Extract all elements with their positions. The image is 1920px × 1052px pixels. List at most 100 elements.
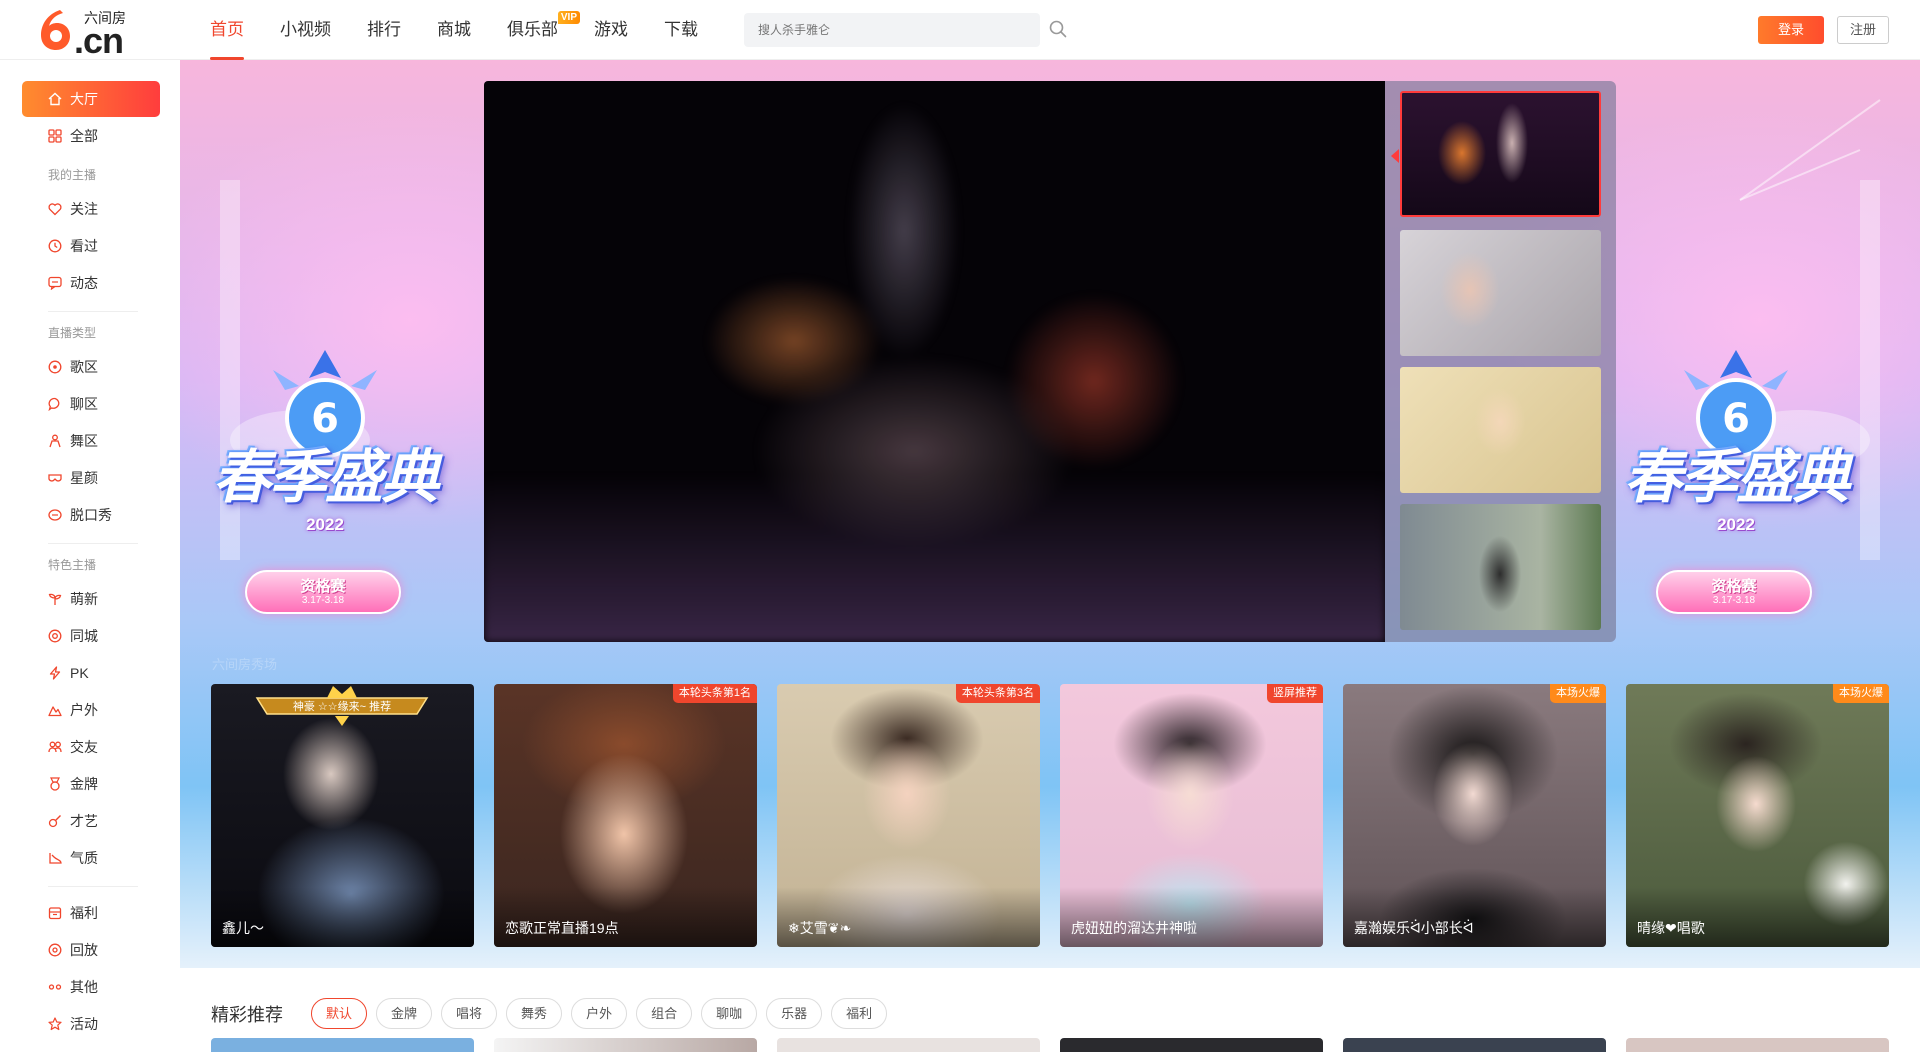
grid-icon [48,129,62,143]
room-card[interactable]: 本轮头条第1名 恋歌正常直播19点 [494,684,757,947]
sidebar-item-star[interactable]: 星颜 [22,460,160,496]
nav-short-video[interactable]: 小视频 [280,0,331,60]
filter-chip-singer[interactable]: 唱将 [441,998,498,1029]
room-card[interactable]: 本场火爆 嘉瀚娱乐ᐛ小部长ᐛ [1343,684,1606,947]
filter-chip-group[interactable]: 组合 [636,998,693,1029]
heels-icon [49,853,62,864]
star-icon [48,1017,62,1031]
sidebar-item-label: 金牌 [70,776,98,792]
sidebar-item-pk[interactable]: PK [22,655,160,691]
sidebar-item-outdoor[interactable]: 户外 [22,692,160,728]
nav-home[interactable]: 首页 [210,0,244,60]
section-title-feature: 特色主播 [48,558,97,572]
room-tag: 本场火爆 [1833,684,1889,703]
promo-left[interactable]: 6 春季盛典 2022 资格赛 3.17-3.18 [190,350,460,640]
sidebar-item-label: 户外 [70,702,98,718]
sidebar-item-welfare[interactable]: 福利 [22,895,160,931]
sidebar-item-dance[interactable]: 舞区 [22,423,160,459]
sidebar-item-friends[interactable]: 交友 [22,729,160,765]
sidebar-item-replay[interactable]: 回放 [22,932,160,968]
sidebar-divider [48,543,138,544]
room-card-peek[interactable] [1343,1038,1606,1052]
nav-mall[interactable]: 商城 [437,0,471,60]
sidebar-item-label: 福利 [70,905,98,921]
nav-label: 小视频 [280,20,331,39]
sidebar-item-events[interactable]: 活动 [22,1006,160,1042]
nav-ranking[interactable]: 排行 [367,0,401,60]
sidebar-item-label: 其他 [70,979,98,995]
site-logo[interactable]: 六间房 .cn [38,8,138,61]
sidebar-item-label: 动态 [70,275,98,291]
room-tag: 本场火爆 [1550,684,1606,703]
promo-pill-text: 资格赛 [300,578,346,595]
filter-chip-dance[interactable]: 舞秀 [506,998,563,1029]
live-thumbnail[interactable] [1400,91,1601,217]
register-button[interactable]: 注册 [1837,16,1889,44]
vip-badge: VIP [557,11,580,24]
sidebar-item-chat[interactable]: 聊区 [22,386,160,422]
promo-year: 2022 [1717,515,1755,534]
room-card-peek[interactable] [1626,1038,1889,1052]
room-card[interactable]: 神豪 ☆☆缘来~ 推荐 鑫儿～ [211,684,474,947]
sidebar-divider [48,886,138,887]
room-card[interactable]: 本场火爆 晴缘❤唱歌 [1626,684,1889,947]
sidebar-item-feed[interactable]: 动态 [22,265,160,301]
sidebar-item-label: 同城 [70,628,98,644]
room-card-peek[interactable] [777,1038,1040,1052]
live-thumbnail[interactable] [1400,230,1601,356]
search-icon[interactable] [1048,19,1068,39]
filter-chip-welfare[interactable]: 福利 [831,998,888,1029]
sidebar-item-history[interactable]: 看过 [22,228,160,264]
sidebar-item-local[interactable]: 同城 [22,618,160,654]
sidebar-item-talent[interactable]: 才艺 [22,803,160,839]
nav-label: 游戏 [594,20,628,39]
nav-club[interactable]: 俱乐部 VIP [507,0,580,60]
sidebar-item-follow[interactable]: 关注 [22,191,160,227]
filter-chip-outdoor[interactable]: 户外 [571,998,628,1029]
sidebar-item-label: 关注 [70,201,98,217]
card-shade [777,887,1040,947]
promo-right[interactable]: 6 春季盛典 2022 资格赛 3.17-3.18 [1601,350,1871,640]
home-icon [48,92,62,106]
live-thumbnail[interactable] [1400,504,1601,630]
sidebar-divider [48,311,138,312]
sprout-icon [48,593,62,605]
sidebar-item-song[interactable]: 歌区 [22,349,160,385]
mountain-icon [48,706,62,717]
sidebar-item-gold[interactable]: 金牌 [22,766,160,802]
sidebar-item-talkshow[interactable]: 脱口秀 [22,497,160,533]
room-card-peek[interactable] [494,1038,757,1052]
nav-label: 首页 [210,20,244,39]
card-shade [1060,887,1323,947]
more-icon [48,984,62,990]
sidebar-item-newbie[interactable]: 萌新 [22,581,160,617]
guitar-icon [48,815,61,828]
dance-icon [49,434,61,448]
sidebar-item-all[interactable]: 全部 [22,118,160,154]
top-header: 六间房 .cn 首页 小视频 排行 商城 俱乐部VIP 游戏 下载 登录 注册 [0,0,1920,61]
crown-banner-text: 神豪 ☆☆缘来~ 推荐 [292,701,392,713]
gift-icon [48,907,62,920]
sidebar-item-other[interactable]: 其他 [22,969,160,1005]
filter-chip-chat[interactable]: 聊咖 [701,998,758,1029]
room-card[interactable]: 竖屏推荐 虎妞妞的溜达井神啦 [1060,684,1323,947]
live-thumbnail[interactable] [1400,367,1601,493]
search-box [744,13,1040,47]
room-card-peek[interactable] [1060,1038,1323,1052]
room-card[interactable]: 本轮头条第3名 ❄艾雪❦❧ [777,684,1040,947]
filter-chip-default[interactable]: 默认 [311,998,368,1029]
left-sidebar: 大厅 全部 我的主播 关注 看过 动态 直播类型 歌区 聊区 舞区 星颜 脱口秀… [0,60,180,1052]
login-button[interactable]: 登录 [1758,16,1824,44]
room-card-peek[interactable] [211,1038,474,1052]
filter-chip-gold[interactable]: 金牌 [376,998,433,1029]
filter-chip-instrument[interactable]: 乐器 [766,998,823,1029]
search-input[interactable] [744,13,1040,47]
live-video-player[interactable] [484,81,1385,642]
room-anchor-name: 鑫儿～ [222,920,264,936]
sidebar-item-label: 歌区 [70,359,98,375]
sidebar-item-elegant[interactable]: 气质 [22,840,160,876]
lightning-icon [49,666,61,680]
nav-download[interactable]: 下载 [664,0,698,60]
nav-games[interactable]: 游戏 [594,0,628,60]
sidebar-item-hall[interactable]: 大厅 [22,81,160,117]
